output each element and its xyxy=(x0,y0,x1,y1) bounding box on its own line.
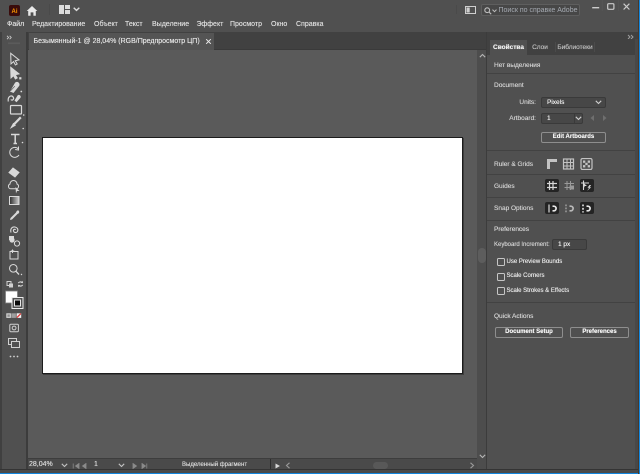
svg-text:Ai: Ai xyxy=(11,9,17,15)
